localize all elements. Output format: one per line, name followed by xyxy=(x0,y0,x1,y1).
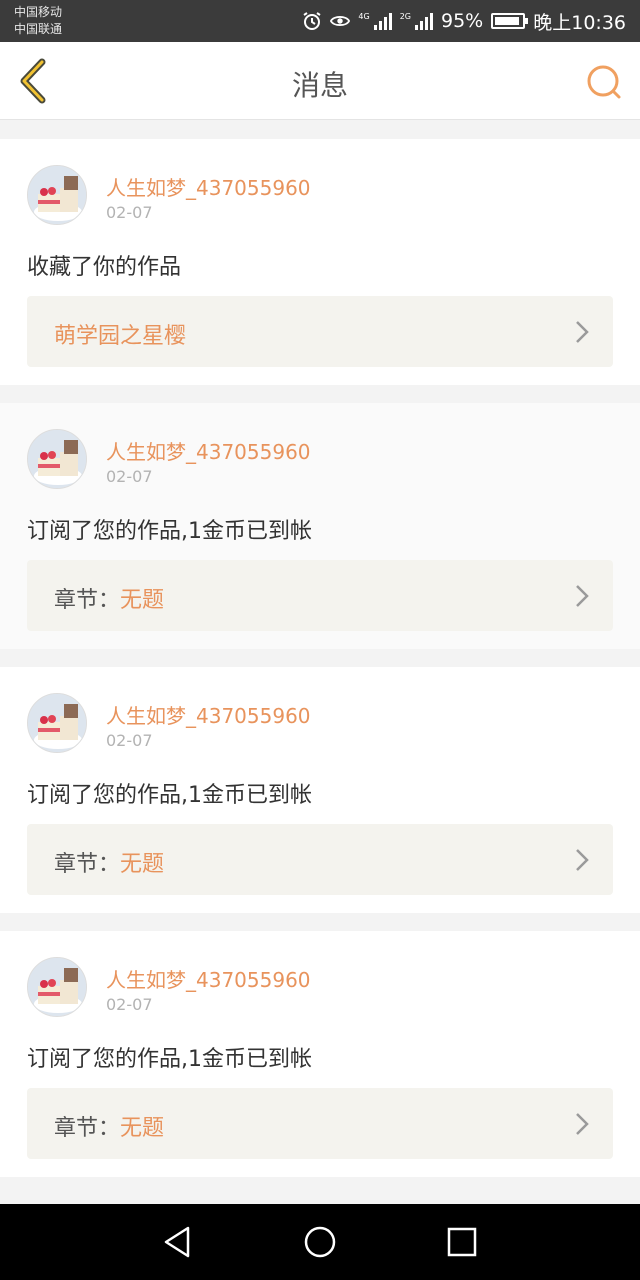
avatar[interactable] xyxy=(27,957,87,1017)
timestamp: 02-07 xyxy=(106,467,153,486)
chapter-title: 无题 xyxy=(120,588,165,613)
chapter-link[interactable]: 章节：无题 xyxy=(27,560,613,631)
chapter-label: 章节： xyxy=(54,588,121,613)
carrier-info: 中国移动 中国联通 xyxy=(14,4,62,38)
chevron-right-icon xyxy=(576,321,589,343)
status-bar: 中国移动 中国联通 4G 2G 95% 晚上10:36 xyxy=(0,0,640,42)
avatar-image xyxy=(28,694,86,752)
message-text: 收藏了你的作品 xyxy=(27,255,182,280)
chevron-right-icon xyxy=(576,849,589,871)
chapter-label: 章节： xyxy=(54,1116,121,1141)
work-title: 萌学园之星樱 xyxy=(54,324,187,349)
chevron-right-icon xyxy=(576,1113,589,1135)
username[interactable]: 人生如梦_437055960 xyxy=(106,964,311,993)
avatar[interactable] xyxy=(27,165,87,225)
avatar[interactable] xyxy=(27,693,87,753)
message-list: 人生如梦_437055960 02-07 收藏了你的作品 萌学园之星樱 人生如梦… xyxy=(0,139,640,1195)
work-link[interactable]: 萌学园之星樱 xyxy=(27,296,613,367)
message-text: 订阅了您的作品,1金币已到帐 xyxy=(27,783,312,808)
circle-home-icon[interactable] xyxy=(302,1224,338,1260)
signal-icon-2: 2G xyxy=(400,12,433,30)
square-recents-icon[interactable] xyxy=(444,1224,480,1260)
app-header: 消息 xyxy=(0,42,640,120)
avatar-image xyxy=(28,958,86,1016)
system-nav-bar xyxy=(0,1204,640,1280)
network-type-1: 4G xyxy=(358,12,370,21)
eye-icon xyxy=(330,16,351,26)
avatar[interactable] xyxy=(27,429,87,489)
timestamp: 02-07 xyxy=(106,995,153,1014)
clock: 晚上10:36 xyxy=(533,11,626,34)
message-text: 订阅了您的作品,1金币已到帐 xyxy=(27,1047,312,1072)
message-card: 人生如梦_437055960 02-07 收藏了你的作品 萌学园之星樱 xyxy=(0,139,640,385)
message-card: 人生如梦_437055960 02-07 订阅了您的作品,1金币已到帐 章节：无… xyxy=(0,931,640,1177)
chapter-label: 章节： xyxy=(54,852,121,877)
message-card: 人生如梦_437055960 02-07 订阅了您的作品,1金币已到帐 章节：无… xyxy=(0,403,640,649)
page-title: 消息 xyxy=(291,69,348,102)
chapter-link[interactable]: 章节：无题 xyxy=(27,1088,613,1159)
alarm-icon xyxy=(303,12,321,30)
username[interactable]: 人生如梦_437055960 xyxy=(106,172,311,201)
timestamp: 02-07 xyxy=(106,731,153,750)
chevron-right-icon xyxy=(576,585,589,607)
chapter-title: 无题 xyxy=(120,1116,165,1141)
triangle-back-icon[interactable] xyxy=(160,1224,196,1260)
timestamp: 02-07 xyxy=(106,203,153,222)
username[interactable]: 人生如梦_437055960 xyxy=(106,436,311,465)
battery-icon xyxy=(491,13,529,29)
chapter-link[interactable]: 章节：无题 xyxy=(27,824,613,895)
avatar-image xyxy=(28,166,86,224)
network-type-2: 2G xyxy=(399,12,411,21)
signal-icon-1: 4G xyxy=(358,12,392,30)
avatar-image xyxy=(28,430,86,488)
chapter-title: 无题 xyxy=(120,852,165,877)
carrier-1: 中国移动 xyxy=(14,5,63,19)
search-icon[interactable] xyxy=(584,62,624,102)
username[interactable]: 人生如梦_437055960 xyxy=(106,700,311,729)
message-card: 人生如梦_437055960 02-07 订阅了您的作品,1金币已到帐 章节：无… xyxy=(0,667,640,913)
carrier-2: 中国联通 xyxy=(14,22,63,36)
battery-percent: 95% xyxy=(441,10,484,32)
message-text: 订阅了您的作品,1金币已到帐 xyxy=(27,519,312,544)
